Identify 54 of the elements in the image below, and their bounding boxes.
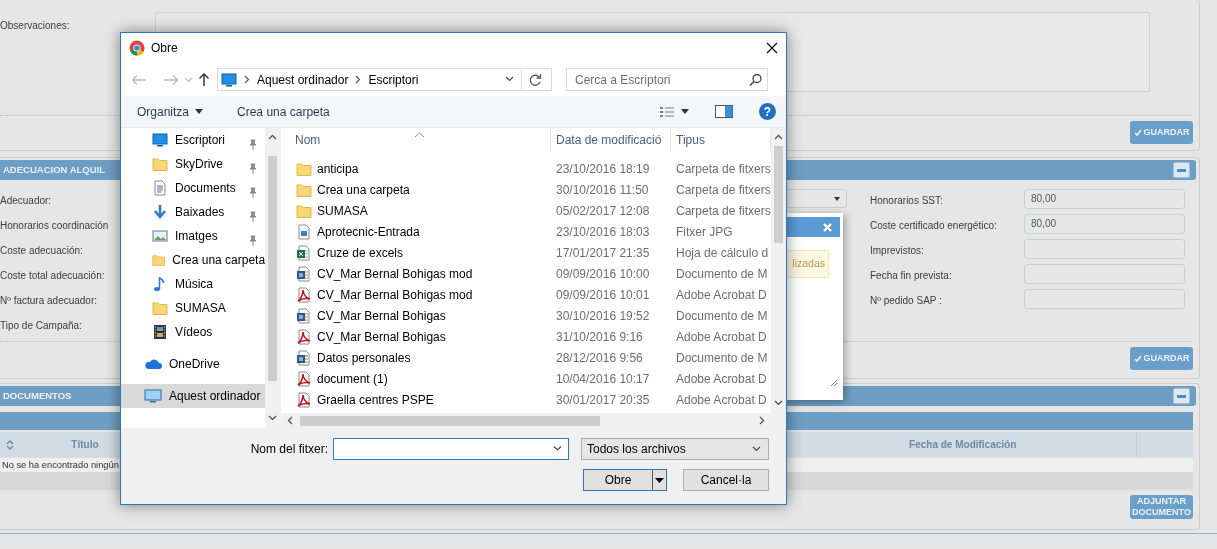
field-label: Imprevistos:	[870, 244, 924, 256]
file-name: Crea una carpeta	[317, 181, 410, 199]
file-date: 30/01/2017 20:35	[556, 392, 650, 407]
file-name: document (1)	[317, 370, 388, 388]
field-label: Tipo de Campaña:	[0, 319, 82, 331]
file-name: CV_Mar Bernal Bohigas mod	[317, 286, 473, 304]
warning-alert: lizadas	[787, 250, 829, 278]
field-label: Fecha fin prevista:	[870, 269, 952, 281]
file-type: Documento de M	[676, 350, 768, 365]
file-type: Adobe Acrobat D	[676, 287, 767, 302]
file-date: 31/10/2016 9:16	[556, 329, 643, 344]
field-label: Nom del fitxer:	[250, 441, 328, 458]
field-label: Coste total adecuación:	[0, 269, 105, 281]
empty-message: No se ha encontrado ningún	[2, 460, 119, 470]
file-name: Aprotecnic-Entrada	[317, 223, 420, 241]
file-name: Graella centres PSPE	[317, 391, 434, 409]
file-type: Carpeta de fitxers	[676, 203, 771, 218]
file-type: Adobe Acrobat D	[676, 371, 767, 386]
field-label: Observaciones:	[0, 20, 70, 31]
file-date: 28/12/2016 9:56	[556, 350, 643, 365]
field-label: Honorarios coordinación	[0, 219, 109, 231]
file-name: CV_Mar Bernal Bohigas mod	[317, 265, 473, 283]
file-name: anticipa	[317, 160, 359, 178]
file-date: 09/09/2016 10:00	[556, 266, 650, 281]
file-date: 09/09/2016 10:01	[556, 287, 650, 302]
file-type: Fitxer JPG	[676, 224, 733, 239]
file-date: 23/10/2016 18:03	[556, 224, 650, 239]
file-type: Hoja de cálculo d	[676, 245, 769, 260]
file-date: 10/04/2016 10:17	[556, 371, 650, 386]
file-name: SUMASA	[317, 202, 368, 220]
field-label: Nº pedido SAP :	[870, 294, 942, 306]
window-title: Obre	[151, 40, 178, 57]
file-date: 23/10/2016 18:19	[556, 161, 650, 176]
file-date: 30/10/2016 11:50	[556, 182, 649, 197]
file-type: Documento de M	[676, 308, 768, 323]
field-label: Nº factura adecuador:	[0, 294, 98, 306]
file-type: Carpeta de fitxers	[676, 182, 771, 197]
field-label: Coste certificado energético:	[870, 219, 997, 231]
field-label: Honorarios SST:	[870, 194, 943, 206]
file-name: Cruze de excels	[317, 244, 404, 262]
file-date: 30/10/2016 19:52	[556, 308, 650, 323]
section-title: DOCUMENTOS	[3, 388, 72, 403]
file-name: Datos personales	[317, 349, 411, 367]
file-type: Documento de M	[676, 266, 768, 281]
file-date: 17/01/2017 21:35	[556, 245, 650, 260]
file-name: CV_Mar Bernal Bohigas	[317, 307, 446, 325]
file-name: CV_Mar Bernal Bohigas	[317, 328, 446, 346]
field-label: Adecuador:	[0, 194, 52, 206]
file-date: 05/02/2017 12:08	[556, 203, 650, 218]
section-title: ADECUACION ALQUIL	[3, 162, 106, 177]
file-type: Adobe Acrobat D	[676, 329, 767, 344]
field-label: Coste adecuación:	[0, 244, 83, 256]
file-type: Adobe Acrobat D	[676, 392, 767, 407]
file-type: Carpeta de fitxers	[676, 161, 771, 176]
